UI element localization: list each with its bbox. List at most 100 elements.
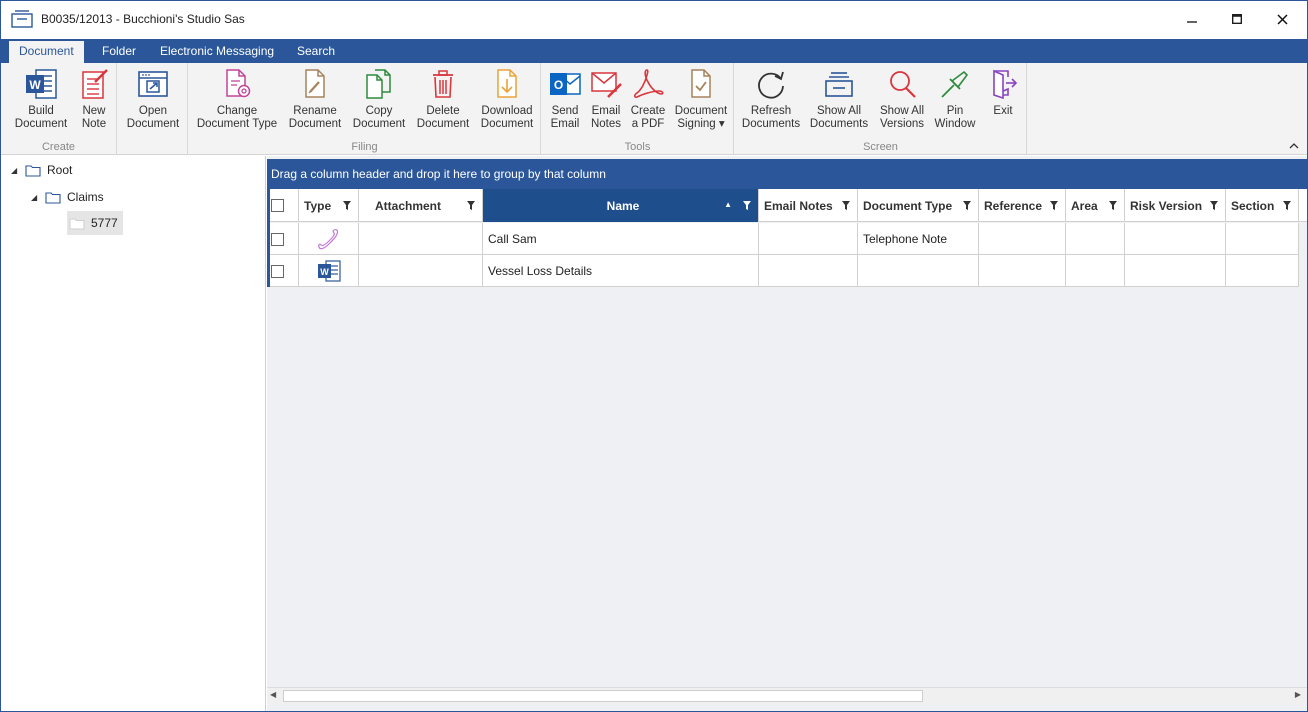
email-notes-button[interactable]: Email Notes bbox=[586, 67, 626, 131]
filter-icon[interactable] bbox=[1283, 201, 1291, 210]
send-email-label-2: Email bbox=[550, 118, 580, 130]
tree-node-claims[interactable]: ◢ Claims bbox=[31, 186, 104, 208]
change-document-type-label-1: Change bbox=[216, 105, 258, 117]
scroll-left-icon[interactable]: ◀ bbox=[270, 690, 276, 699]
refresh-documents-button[interactable]: Refresh Documents bbox=[739, 67, 803, 131]
attachment-cell bbox=[359, 255, 483, 287]
row-select-cell[interactable] bbox=[267, 223, 299, 255]
column-header-attachment[interactable]: Attachment bbox=[359, 189, 483, 222]
create-pdf-label-2: a PDF bbox=[631, 118, 665, 130]
select-all-checkbox[interactable] bbox=[271, 199, 284, 212]
close-button[interactable] bbox=[1259, 1, 1305, 37]
column-header-reference[interactable]: Reference bbox=[979, 189, 1066, 222]
pin-window-button[interactable]: Pin Window bbox=[931, 67, 979, 131]
filter-icon[interactable] bbox=[743, 201, 751, 210]
filter-icon[interactable] bbox=[963, 201, 971, 210]
new-note-button[interactable]: New Note bbox=[74, 67, 114, 131]
app-window: B0035/12013 - Bucchioni's Studio Sas Doc… bbox=[0, 0, 1308, 712]
show-all-documents-button[interactable]: Show All Documents bbox=[807, 67, 871, 131]
column-header-type[interactable]: Type bbox=[299, 189, 359, 222]
tab-search[interactable]: Search bbox=[287, 39, 345, 63]
column-header-email-notes[interactable]: Email Notes bbox=[759, 189, 858, 222]
sort-ascending-icon: ▲ bbox=[724, 200, 732, 209]
tree-node-root[interactable]: ◢ Root bbox=[11, 159, 72, 181]
copy-document-button[interactable]: Copy Document bbox=[348, 67, 410, 131]
name-cell: Call Sam bbox=[483, 223, 759, 255]
group-by-panel[interactable]: Drag a column header and drop it here to… bbox=[267, 159, 1307, 189]
tree-expand-icon[interactable]: ◢ bbox=[31, 193, 45, 202]
send-email-button[interactable]: O Send Email bbox=[546, 67, 584, 131]
delete-document-button[interactable]: Delete Document bbox=[412, 67, 474, 131]
exit-button[interactable]: Exit bbox=[983, 67, 1023, 118]
telephone-icon bbox=[317, 229, 338, 250]
refresh-icon bbox=[758, 71, 784, 99]
rename-document-button[interactable]: Rename Document bbox=[284, 67, 346, 131]
filter-icon[interactable] bbox=[1109, 201, 1117, 210]
tree-node-5777[interactable]: 5777 bbox=[67, 211, 123, 235]
document-type-cell bbox=[858, 255, 979, 287]
column-header-area[interactable]: Area bbox=[1066, 189, 1125, 222]
open-document-button[interactable]: Open Document bbox=[122, 67, 184, 131]
ribbon-group-tools: O Send Email Email Notes Create a PDF Do… bbox=[542, 63, 734, 155]
folder-icon bbox=[45, 191, 61, 204]
column-header-label: Attachment bbox=[375, 198, 442, 213]
column-header-section[interactable]: Section bbox=[1226, 189, 1299, 222]
minimize-button[interactable] bbox=[1169, 1, 1215, 37]
email-notes-label-1: Email bbox=[591, 105, 621, 117]
area-cell bbox=[1066, 223, 1125, 255]
title-bar: B0035/12013 - Bucchioni's Studio Sas bbox=[1, 1, 1307, 37]
tab-electronic-messaging[interactable]: Electronic Messaging bbox=[150, 39, 284, 63]
tab-folder[interactable]: Folder bbox=[92, 39, 146, 63]
create-pdf-button[interactable]: Create a PDF bbox=[628, 67, 668, 131]
column-header-label: Area bbox=[1071, 198, 1098, 213]
table-row[interactable]: W Vessel Loss Details bbox=[267, 255, 1299, 287]
table-row[interactable]: Call Sam Telephone Note bbox=[267, 223, 1299, 255]
scroll-right-icon[interactable]: ▶ bbox=[1295, 690, 1301, 699]
column-header-label: Reference bbox=[984, 198, 1043, 213]
ribbon-group-screen: Refresh Documents Show All Documents Sho… bbox=[735, 63, 1027, 155]
row-checkbox[interactable] bbox=[271, 264, 284, 278]
column-header-label: Email Notes bbox=[764, 198, 833, 213]
send-email-label-1: Send bbox=[551, 105, 579, 117]
scrollbar-thumb[interactable] bbox=[283, 690, 923, 702]
column-header-risk-version[interactable]: Risk Version bbox=[1125, 189, 1226, 222]
exit-label-1: Exit bbox=[993, 105, 1013, 117]
exit-door-icon bbox=[993, 69, 1018, 100]
new-note-icon bbox=[82, 69, 108, 99]
group-label-create: Create bbox=[41, 141, 76, 153]
download-document-button[interactable]: Download Document bbox=[476, 67, 538, 131]
column-header-document-type[interactable]: Document Type bbox=[858, 189, 979, 222]
copy-document-label-1: Copy bbox=[365, 105, 393, 117]
window-title: B0035/12013 - Bucchioni's Studio Sas bbox=[41, 12, 245, 26]
filter-icon[interactable] bbox=[842, 201, 850, 210]
filter-icon[interactable] bbox=[343, 201, 351, 210]
new-note-label-2: Note bbox=[81, 118, 107, 130]
tab-document[interactable]: Document bbox=[9, 41, 84, 63]
column-header-name[interactable]: Name ▲ bbox=[483, 189, 759, 222]
row-checkbox[interactable] bbox=[271, 232, 284, 246]
search-icon bbox=[890, 71, 916, 98]
show-all-versions-button[interactable]: Show All Versions bbox=[873, 67, 931, 131]
document-tray-icon bbox=[11, 10, 33, 28]
tree-expand-icon[interactable]: ◢ bbox=[11, 166, 25, 175]
horizontal-scrollbar[interactable]: ◀ ▶ bbox=[267, 687, 1307, 704]
select-all-cell[interactable] bbox=[267, 189, 299, 222]
filter-icon[interactable] bbox=[1050, 201, 1058, 210]
document-signing-label-1: Document bbox=[674, 105, 728, 117]
build-document-button[interactable]: W Build Document bbox=[11, 67, 71, 131]
document-signing-button[interactable]: Document Signing ▾ bbox=[670, 67, 732, 131]
name-cell: Vessel Loss Details bbox=[483, 255, 759, 287]
pin-window-label-1: Pin bbox=[946, 105, 964, 117]
filter-icon[interactable] bbox=[467, 201, 475, 210]
minimize-icon bbox=[1187, 21, 1197, 23]
change-document-type-button[interactable]: Change Document Type bbox=[193, 67, 281, 131]
type-cell bbox=[299, 223, 359, 255]
maximize-button[interactable] bbox=[1214, 1, 1260, 37]
collapse-ribbon-button[interactable] bbox=[1289, 138, 1299, 152]
filter-icon[interactable] bbox=[1210, 201, 1218, 210]
row-select-cell[interactable] bbox=[267, 255, 299, 287]
email-notes-cell bbox=[759, 255, 858, 287]
show-all-versions-label-1: Show All bbox=[879, 105, 925, 117]
tree-node-label: 5777 bbox=[91, 216, 118, 230]
download-document-icon bbox=[497, 69, 517, 98]
